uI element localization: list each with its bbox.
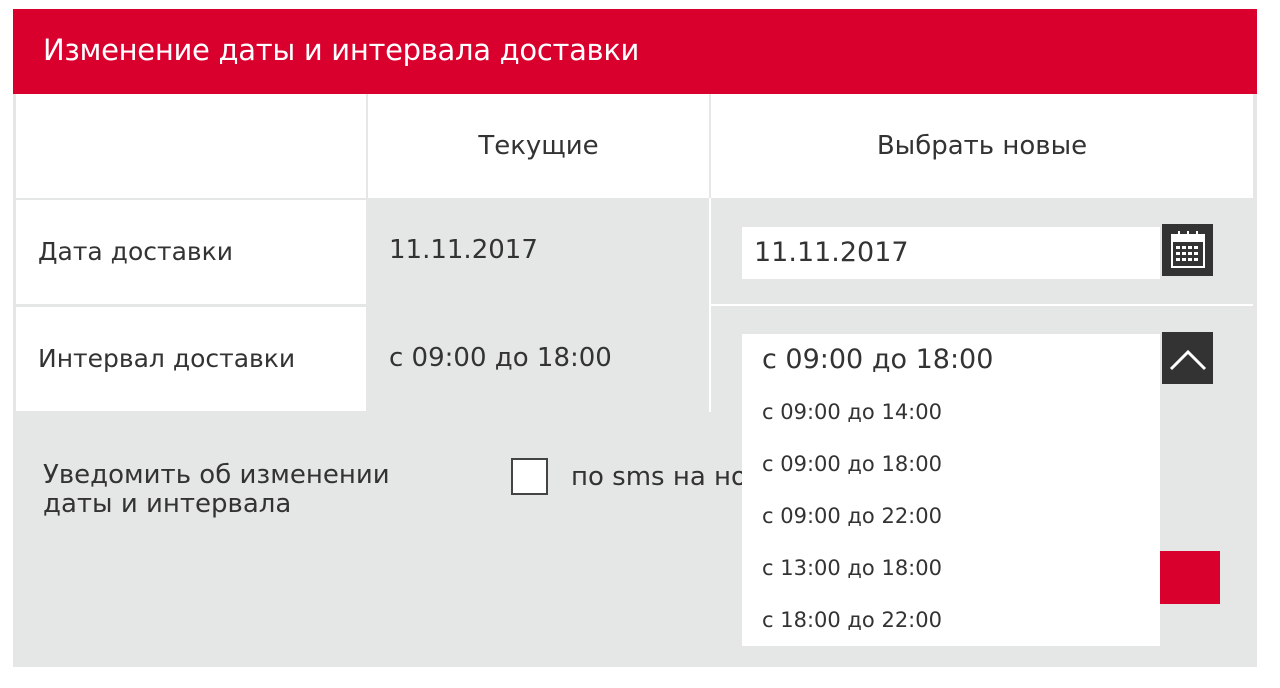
column-new-header: Выбрать новые [711, 94, 1253, 198]
row-label-delivery-date: Дата доставки [16, 200, 366, 304]
panel-header: Изменение даты и интервала доставки [13, 9, 1257, 94]
interval-option[interactable]: с 09:00 до 18:00 [742, 438, 1160, 490]
interval-option[interactable]: с 09:00 до 22:00 [742, 490, 1160, 542]
submit-button[interactable] [1160, 551, 1220, 604]
sms-notify-checkbox[interactable] [511, 458, 548, 495]
interval-option[interactable]: с 18:00 до 22:00 [742, 594, 1160, 646]
interval-toggle-button[interactable] [1162, 332, 1213, 384]
column-current-header: Текущие [368, 94, 709, 198]
current-delivery-date: 11.11.2017 [368, 198, 709, 304]
delivery-interval-select[interactable]: с 09:00 до 18:00 [742, 334, 1160, 386]
calendar-icon [1171, 231, 1205, 268]
interval-option[interactable]: с 13:00 до 18:00 [742, 542, 1160, 594]
notify-label: Уведомить об изменении даты и интервала [43, 460, 390, 519]
calendar-button[interactable] [1162, 224, 1213, 276]
row-divider [711, 304, 1253, 306]
row-label-delivery-interval: Интервал доставки [16, 307, 366, 411]
current-delivery-interval: с 09:00 до 18:00 [368, 306, 709, 410]
interval-dropdown-list: с 09:00 до 14:00 с 09:00 до 18:00 с 09:0… [742, 386, 1160, 646]
interval-option[interactable]: с 09:00 до 14:00 [742, 386, 1160, 438]
chevron-up-icon [1169, 349, 1207, 371]
delivery-date-input[interactable]: 11.11.2017 [742, 227, 1160, 279]
sms-notify-label[interactable]: по sms на но [571, 462, 747, 492]
empty-corner-cell [16, 94, 366, 198]
panel-title: Изменение даты и интервала доставки [43, 33, 640, 67]
